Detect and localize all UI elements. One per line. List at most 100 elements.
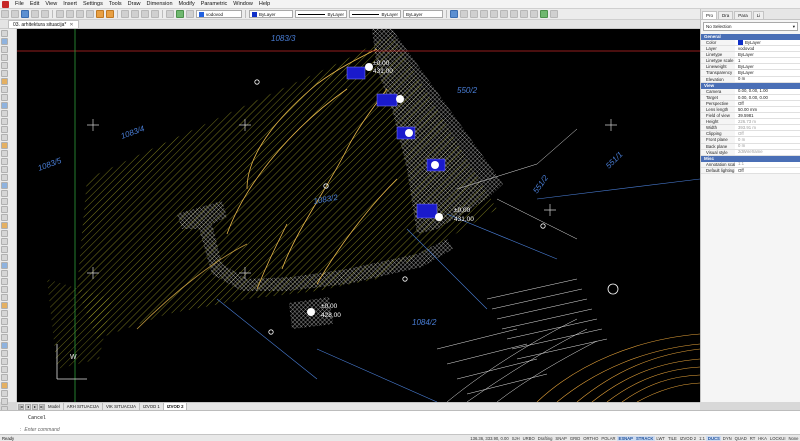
property-value-cell[interactable]: 226.73 m: [735, 119, 800, 125]
menu-draw[interactable]: Draw: [125, 0, 144, 9]
property-value-cell[interactable]: 0.00, 0.00, 0.00: [735, 94, 800, 100]
property-value-cell[interactable]: 39.5981: [735, 113, 800, 119]
status-toggle[interactable]: URBO: [521, 436, 536, 441]
circle-icon[interactable]: [1, 54, 8, 61]
property-value-cell[interactable]: 2dWireframe: [735, 149, 800, 155]
property-value-cell[interactable]: vodovod: [735, 46, 800, 52]
property-value-cell[interactable]: Off: [735, 131, 800, 137]
layer-state-icon[interactable]: [176, 10, 184, 18]
print-icon[interactable]: [31, 10, 39, 18]
line-icon[interactable]: [1, 30, 8, 37]
status-toggle[interactable]: POLAR: [600, 436, 617, 441]
break-icon[interactable]: [1, 230, 8, 237]
menu-settings[interactable]: Settings: [80, 0, 106, 9]
close-icon[interactable]: ✕: [69, 21, 73, 29]
open-file-icon[interactable]: [11, 10, 19, 18]
render-icon[interactable]: [540, 10, 548, 18]
paste-icon[interactable]: [76, 10, 84, 18]
image-icon[interactable]: [520, 10, 528, 18]
dimension-linear-icon[interactable]: [1, 254, 8, 261]
join-icon[interactable]: [1, 238, 8, 245]
property-row[interactable]: Default lighting Off: [701, 167, 800, 174]
properties-icon[interactable]: [460, 10, 468, 18]
tool-palettes-icon[interactable]: [480, 10, 488, 18]
wipeout-icon[interactable]: [1, 366, 8, 373]
status-toggle[interactable]: GRID: [568, 436, 581, 441]
status-toggle[interactable]: LWT: [655, 436, 667, 441]
property-value-cell[interactable]: 50.00 mm: [735, 106, 800, 113]
match-properties-icon[interactable]: [86, 10, 94, 18]
layer-freeze-icon[interactable]: [186, 10, 194, 18]
property-value-cell[interactable]: ByLayer: [735, 40, 800, 46]
status-toggle[interactable]: None: [787, 436, 800, 441]
selection-dropdown[interactable]: No Selection ▾: [703, 22, 798, 31]
menu-insert[interactable]: Insert: [60, 0, 80, 9]
menu-help[interactable]: Help: [256, 0, 273, 9]
array-icon[interactable]: [1, 174, 8, 181]
property-value-cell[interactable]: 1:1: [735, 161, 800, 167]
block-icon[interactable]: [530, 10, 538, 18]
property-value-cell[interactable]: 0 m: [735, 143, 800, 149]
design-center-icon[interactable]: [470, 10, 478, 18]
status-toggle[interactable]: SJH: [510, 436, 521, 441]
property-value-cell[interactable]: Off: [735, 167, 800, 173]
divide-icon[interactable]: [1, 390, 8, 397]
boundary-icon[interactable]: [1, 382, 8, 389]
command-input[interactable]: : Enter command: [20, 426, 690, 434]
lineweight-select[interactable]: ByLayer: [349, 10, 401, 18]
undo-icon[interactable]: [96, 10, 104, 18]
erase-icon[interactable]: [1, 246, 8, 253]
ungroup-icon[interactable]: [1, 326, 8, 333]
property-value-cell[interactable]: ByLayer: [735, 52, 800, 58]
redo-icon[interactable]: [106, 10, 114, 18]
menu-modify[interactable]: Modify: [176, 0, 198, 9]
menu-window[interactable]: Window: [230, 0, 256, 9]
move-icon[interactable]: [1, 126, 8, 133]
property-value-cell[interactable]: 0.00, 0.00, 1.00: [735, 88, 800, 94]
menu-dimension[interactable]: Dimension: [144, 0, 176, 9]
scale-icon[interactable]: [1, 150, 8, 157]
color-select[interactable]: ByLayer: [249, 10, 293, 18]
table-icon[interactable]: [1, 294, 8, 301]
tab-library[interactable]: Li: [752, 11, 765, 19]
xref-icon[interactable]: [510, 10, 518, 18]
leader-icon[interactable]: [1, 286, 8, 293]
rectangle-icon[interactable]: [1, 62, 8, 69]
list-icon[interactable]: [1, 350, 8, 357]
dimension-radius-icon[interactable]: [1, 270, 8, 277]
hatch-icon[interactable]: [1, 94, 8, 101]
status-toggle[interactable]: DUCS: [706, 435, 722, 441]
layer-manager-icon[interactable]: [166, 10, 174, 18]
offset-icon[interactable]: [1, 166, 8, 173]
status-toggle[interactable]: HKA: [757, 436, 769, 441]
mirror-icon[interactable]: [1, 158, 8, 165]
spline-icon[interactable]: [1, 86, 8, 93]
status-toggle[interactable]: DYN: [721, 436, 733, 441]
status-toggle[interactable]: ESNAP: [617, 435, 635, 441]
pan-icon[interactable]: [121, 10, 129, 18]
menu-tools[interactable]: Tools: [106, 0, 125, 9]
extend-icon[interactable]: [1, 190, 8, 197]
select-icon[interactable]: [450, 10, 458, 18]
distance-icon[interactable]: [1, 334, 8, 341]
chamfer-icon[interactable]: [1, 206, 8, 213]
first-layout-icon[interactable]: |◂: [18, 403, 24, 410]
status-toggle[interactable]: QUAD: [733, 436, 748, 441]
property-value-cell[interactable]: ByLayer: [735, 64, 800, 70]
status-toggle[interactable]: Drafting: [536, 436, 554, 441]
zoom-window-icon[interactable]: [141, 10, 149, 18]
tab-parametrics[interactable]: Para: [734, 11, 752, 19]
copy-object-icon[interactable]: [1, 134, 8, 141]
measure-tool-icon[interactable]: [1, 398, 8, 405]
status-toggle[interactable]: ORTHO: [582, 436, 600, 441]
explode-icon[interactable]: [1, 214, 8, 221]
property-value-cell[interactable]: Off: [735, 100, 800, 106]
status-toggle[interactable]: TILE: [666, 436, 678, 441]
property-value-cell[interactable]: 0 m: [735, 76, 800, 82]
point-icon[interactable]: [1, 110, 8, 117]
layer-select[interactable]: vodovod: [196, 10, 242, 18]
menu-edit[interactable]: Edit: [27, 0, 42, 9]
arc-icon[interactable]: [1, 46, 8, 53]
menu-file[interactable]: File: [12, 0, 27, 9]
copy-icon[interactable]: [66, 10, 74, 18]
